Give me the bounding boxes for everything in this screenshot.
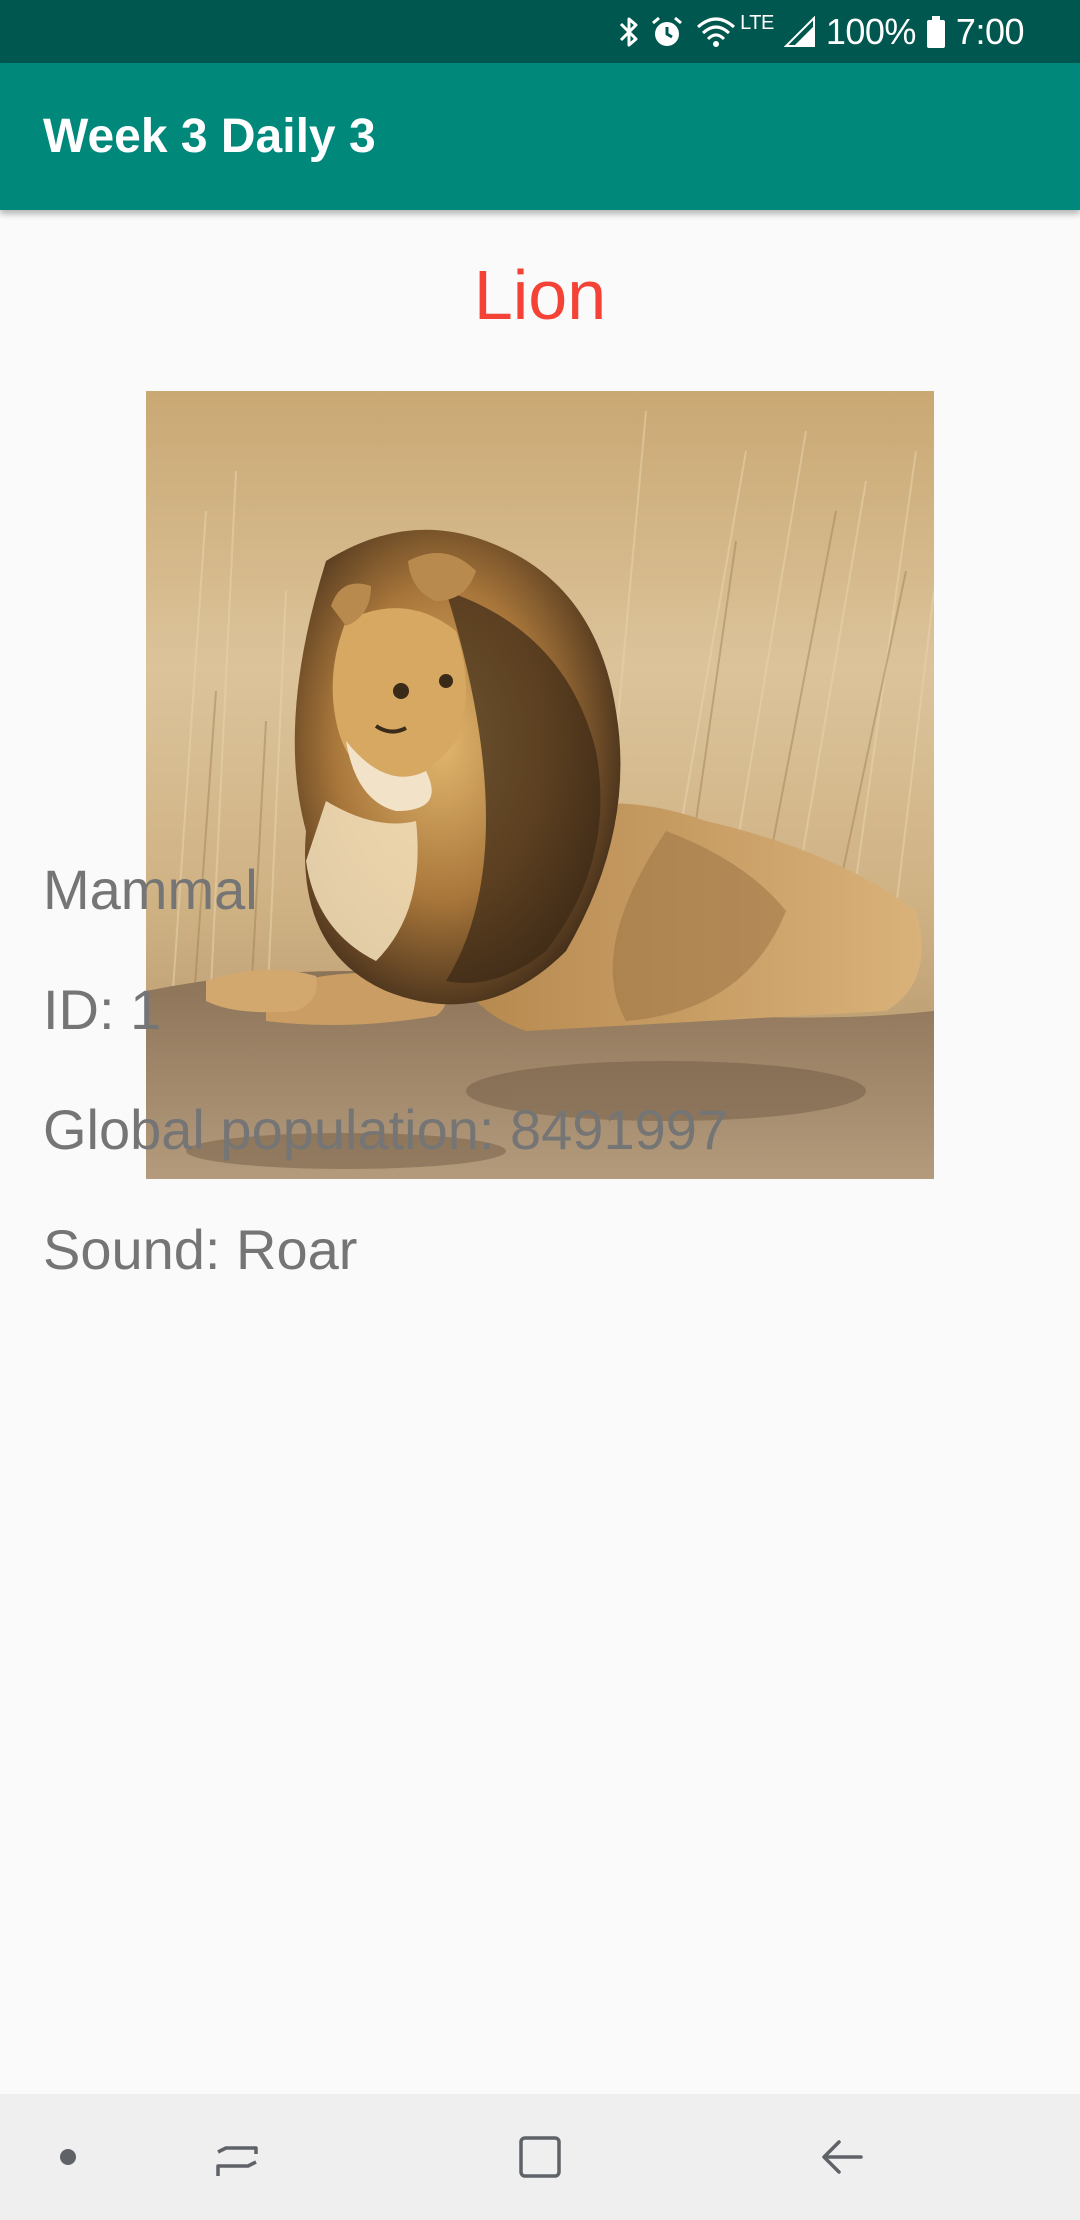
battery-icon [926, 12, 946, 52]
bluetooth-icon [618, 12, 640, 52]
recent-apps-icon[interactable] [197, 2094, 277, 2220]
battery-percent: 100% [825, 10, 917, 52]
status-bar: LTE 100% 7:00 [0, 0, 1080, 63]
animal-class-text: Mammal [43, 858, 258, 921]
dot-indicator-icon[interactable] [40, 2094, 96, 2220]
clock-time: 7:00 [955, 10, 1025, 52]
app-title: Week 3 Daily 3 [43, 110, 376, 163]
animal-population-text: Global population: 8491997 [43, 1098, 729, 1161]
app-bar: Week 3 Daily 3 [0, 63, 1080, 210]
network-type-label: LTE [740, 12, 774, 34]
alarm-icon [650, 12, 684, 52]
navigation-bar [0, 2094, 1080, 2220]
animal-sound-text: Sound: Roar [43, 1218, 358, 1281]
animal-name-title: Lion [473, 256, 607, 334]
lion-photo [146, 391, 934, 1179]
wifi-icon [694, 12, 738, 52]
home-icon[interactable] [500, 2094, 580, 2220]
signal-icon [783, 12, 816, 52]
animal-id-text: ID: 1 [43, 978, 162, 1041]
animal-detail-content: Lion Mammal ID: 1 Global population: 849… [0, 210, 1080, 2094]
back-icon[interactable] [802, 2094, 882, 2220]
